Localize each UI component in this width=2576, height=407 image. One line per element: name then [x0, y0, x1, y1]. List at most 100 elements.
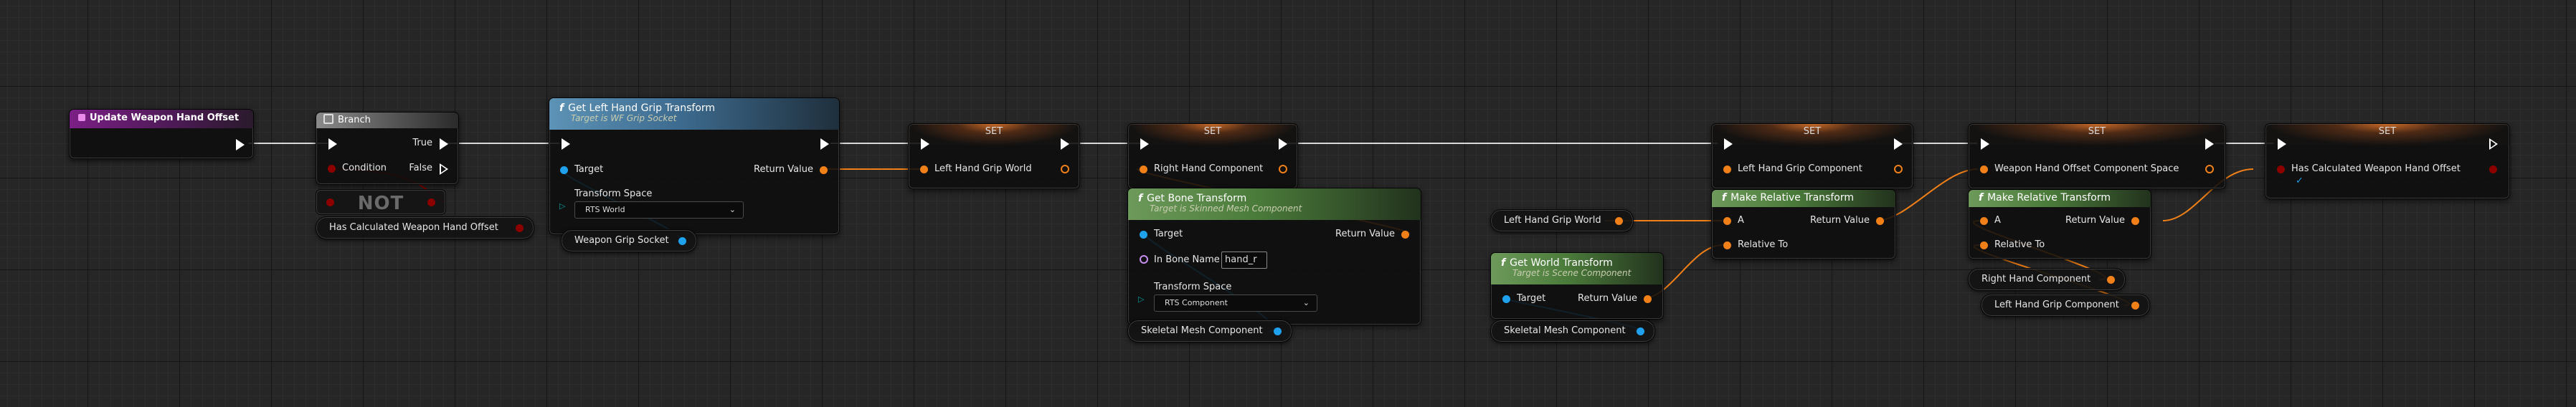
target-pin[interactable]	[1140, 231, 1147, 239]
bone-header: f Get Bone Transform Target is Skinned Me…	[1128, 188, 1421, 220]
make-relative-transform-node[interactable]: f Make Relative Transform A Return Value …	[1711, 189, 1896, 259]
value-in-pin[interactable]	[1723, 166, 1731, 173]
target-label: Target	[574, 164, 604, 175]
value-in-pin[interactable]	[1980, 166, 1988, 173]
transform-space-value: RTS Component	[1165, 298, 1228, 307]
set-pin-label: Right Hand Component	[1154, 163, 1264, 174]
enum-pin-icon[interactable]: ▷	[1138, 295, 1144, 304]
return-value-pin[interactable]	[1644, 295, 1652, 303]
return-value-pin[interactable]	[1401, 231, 1409, 239]
exec-in-pin[interactable]	[1981, 138, 1989, 150]
exec-in-pin[interactable]	[1140, 138, 1149, 150]
skeletal-mesh-out-pin[interactable]	[1637, 327, 1644, 335]
set-weapon-hand-offset-node[interactable]: SET Weapon Hand Offset Component Space	[1968, 123, 2226, 189]
custom-event-node[interactable]: Update Weapon Hand Offset	[69, 109, 254, 159]
value-out-pin[interactable]	[2205, 165, 2214, 173]
exec-in-pin[interactable]	[921, 138, 929, 150]
branch-node[interactable]: Branch True Condition False	[316, 112, 459, 185]
target-pin[interactable]	[1502, 295, 1510, 303]
set-header: SET	[1969, 124, 2225, 145]
relative-to-pin[interactable]	[1723, 241, 1731, 249]
checkmark-icon[interactable]: ✓	[2296, 176, 2303, 186]
left-hand-grip-component-out-pin[interactable]	[2131, 302, 2139, 310]
exec-out-pin[interactable]	[2205, 138, 2214, 150]
exec-out-pin[interactable]	[1061, 138, 1069, 150]
return-value-pin[interactable]	[1876, 217, 1884, 225]
bone-name-input[interactable]: hand_r	[1221, 252, 1267, 269]
not-node[interactable]: NOT	[316, 189, 446, 215]
exec-in-pin[interactable]	[328, 138, 337, 150]
right-hand-component-variable[interactable]: Right Hand Component	[1968, 268, 2126, 291]
a-pin[interactable]	[1980, 217, 1988, 225]
return-value-pin[interactable]	[2131, 217, 2139, 225]
set-pin-label: Has Calculated Weapon Hand Offset	[2291, 163, 2461, 174]
exec-out-pin[interactable]	[236, 139, 245, 150]
value-in-pin[interactable]	[920, 166, 928, 173]
left-hand-grip-component-variable[interactable]: Left Hand Grip Component	[1981, 294, 2150, 317]
skeletal-mesh-component-variable-2[interactable]: Skeletal Mesh Component	[1490, 320, 1655, 343]
get-world-transform-node[interactable]: f Get World Transform Target is Scene Com…	[1490, 252, 1664, 320]
get-bone-transform-node[interactable]: f Get Bone Transform Target is Skinned Me…	[1127, 188, 1421, 325]
condition-pin[interactable]	[328, 165, 336, 173]
skeletal-mesh-out-pin[interactable]	[1274, 327, 1282, 335]
set-right-hand-component-node[interactable]: SET Right Hand Component	[1127, 123, 1298, 189]
set-pin-label: Weapon Hand Offset Component Space	[1994, 163, 2179, 174]
false-exec-pin[interactable]	[440, 163, 448, 175]
exec-out-pin[interactable]	[2489, 138, 2498, 150]
value-out-pin[interactable]	[1894, 165, 1903, 173]
make-rel-title: Make Relative Transform	[1987, 192, 2111, 204]
relative-to-label: Relative To	[1994, 239, 2045, 250]
exec-out-pin[interactable]	[820, 138, 829, 150]
true-exec-pin[interactable]	[440, 138, 448, 150]
exec-in-pin[interactable]	[1724, 138, 1733, 150]
exec-in-pin[interactable]	[562, 138, 570, 150]
set-left-hand-grip-world-node[interactable]: SET Left Hand Grip World	[908, 123, 1080, 189]
exec-in-pin[interactable]	[2278, 138, 2286, 150]
value-in-pin[interactable]	[1140, 166, 1147, 173]
value-out-pin[interactable]	[1061, 165, 1069, 173]
world-header: f Get World Transform Target is Scene Com…	[1491, 253, 1663, 284]
branch-icon	[323, 114, 333, 124]
weapon-grip-socket-variable[interactable]: Weapon Grip Socket	[561, 229, 697, 252]
return-value-label: Return Value	[1578, 293, 1637, 304]
left-hand-grip-world-out-pin[interactable]	[1615, 217, 1623, 225]
left-hand-grip-world-variable[interactable]: Left Hand Grip World	[1490, 209, 1634, 232]
set-pin-label: Left Hand Grip World	[934, 163, 1032, 174]
exec-out-pin[interactable]	[1894, 138, 1903, 150]
a-label: A	[1738, 215, 1744, 226]
a-pin[interactable]	[1723, 217, 1731, 225]
target-label: Target	[1154, 229, 1183, 239]
value-in-pin[interactable]	[2277, 166, 2285, 173]
transform-space-dropdown[interactable]: RTS World ⌄	[574, 201, 744, 219]
make-rel-header: f Make Relative Transform	[1712, 190, 1895, 207]
target-pin[interactable]	[560, 166, 568, 174]
weapon-grip-out-pin[interactable]	[678, 237, 686, 245]
relative-to-pin[interactable]	[1980, 241, 1988, 249]
relative-to-label: Relative To	[1738, 239, 1789, 250]
set-header: SET	[1128, 124, 1297, 145]
transform-space-dropdown[interactable]: RTS Component ⌄	[1154, 295, 1317, 312]
set-left-hand-grip-component-node[interactable]: SET Left Hand Grip Component	[1711, 123, 1913, 189]
function-icon: f	[559, 102, 564, 114]
value-out-pin[interactable]	[2489, 166, 2497, 173]
value-out-pin[interactable]	[1279, 165, 1287, 173]
exec-out-pin[interactable]	[1279, 138, 1287, 150]
return-value-pin[interactable]	[820, 166, 828, 174]
get-left-hand-grip-transform-node[interactable]: f Get Left Hand Grip Transform Target is …	[549, 97, 840, 235]
has-calculated-variable[interactable]: Has Calculated Weapon Hand Offset	[316, 216, 534, 239]
transform-space-value: RTS World	[585, 205, 625, 214]
set-has-calculated-node[interactable]: SET Has Calculated Weapon Hand Offset ✓	[2265, 123, 2510, 199]
event-title: Update Weapon Hand Offset	[90, 112, 240, 123]
has-calculated-out-pin[interactable]	[516, 224, 524, 232]
make-relative-transform-node-2[interactable]: f Make Relative Transform A Return Value …	[1968, 189, 2151, 259]
has-calculated-label: Has Calculated Weapon Hand Offset	[329, 222, 498, 233]
enum-pin-icon[interactable]: ▷	[559, 201, 565, 211]
skeletal-mesh-label: Skeletal Mesh Component	[1504, 325, 1626, 336]
event-header: Update Weapon Hand Offset	[70, 110, 253, 128]
make-rel-header: f Make Relative Transform	[1969, 190, 2151, 207]
right-hand-component-out-pin[interactable]	[2107, 276, 2115, 284]
not-output-pin[interactable]	[427, 198, 435, 206]
bone-name-pin[interactable]	[1140, 255, 1148, 264]
function-icon: f	[1722, 192, 1727, 204]
skeletal-mesh-component-variable[interactable]: Skeletal Mesh Component	[1127, 320, 1292, 343]
